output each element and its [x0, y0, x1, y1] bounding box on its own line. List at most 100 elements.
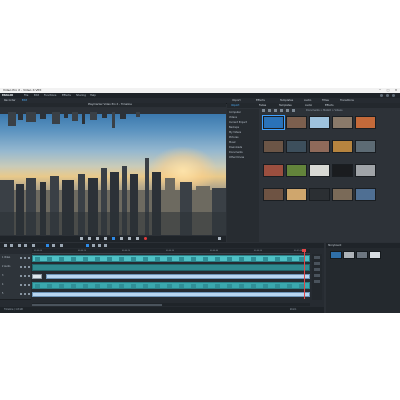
help-icon[interactable] — [386, 94, 389, 97]
lock-icon[interactable] — [28, 257, 30, 259]
media-thumbnail[interactable] — [355, 164, 376, 177]
media-thumbnail[interactable] — [286, 188, 307, 201]
track-header-5[interactable]: 5 — [0, 290, 31, 300]
mp-tab-audio[interactable]: Audio — [305, 103, 312, 108]
media-thumbnail[interactable] — [309, 164, 330, 177]
mouse-mode-icon[interactable] — [46, 244, 49, 247]
cut-icon[interactable] — [18, 244, 21, 247]
marker-icon[interactable] — [60, 244, 63, 247]
zoom-button[interactable] — [314, 274, 320, 277]
track-5-lane[interactable] — [32, 290, 310, 299]
media-thumbnail[interactable] — [262, 115, 285, 130]
fullscreen-icon[interactable] — [218, 237, 221, 240]
forward-icon[interactable] — [268, 109, 271, 112]
storyboard-view-icon[interactable] — [92, 244, 95, 247]
stop-icon[interactable] — [104, 237, 107, 240]
media-thumbnail[interactable] — [355, 188, 376, 201]
storyboard-thumbnail[interactable] — [369, 251, 381, 259]
media-thumbnail[interactable] — [263, 188, 284, 201]
audio-track-lane[interactable] — [32, 263, 310, 272]
mute-icon[interactable] — [20, 284, 22, 286]
tree-item[interactable]: Music — [229, 141, 236, 144]
media-thumbnail[interactable] — [263, 140, 284, 153]
media-thumbnail[interactable] — [355, 116, 376, 129]
mp-tab-effects[interactable]: Effects — [325, 103, 334, 108]
grid-view-icon[interactable] — [286, 109, 289, 112]
media-thumbnail[interactable] — [309, 188, 330, 201]
media-thumbnail[interactable] — [332, 188, 353, 201]
storyboard-thumbnail[interactable] — [343, 251, 355, 259]
redo-icon[interactable] — [10, 244, 13, 247]
zoom-button[interactable] — [314, 262, 320, 265]
audio-clip[interactable] — [32, 264, 310, 271]
timeline-view-icon[interactable] — [86, 244, 89, 247]
track-3-lane[interactable] — [32, 272, 310, 281]
skip-start-icon[interactable] — [80, 237, 83, 240]
mp-tab-import[interactable]: Import — [231, 103, 239, 108]
overlay-clip[interactable] — [46, 274, 310, 279]
zoom-button[interactable] — [314, 268, 320, 271]
search-icon[interactable] — [292, 109, 295, 112]
zoom-button[interactable] — [314, 280, 320, 283]
track-4-lane[interactable] — [32, 281, 310, 290]
scrollbar-thumb[interactable] — [32, 303, 162, 306]
mp-tab-templates[interactable]: Templates — [279, 103, 292, 108]
prev-marker-icon[interactable] — [88, 237, 91, 240]
media-thumbnail[interactable] — [332, 116, 353, 129]
magnet-icon[interactable] — [32, 244, 35, 247]
solo-icon[interactable] — [24, 266, 26, 268]
step-forward-icon[interactable] — [120, 237, 123, 240]
lock-icon[interactable] — [28, 284, 30, 286]
mute-icon[interactable] — [20, 257, 22, 259]
record-button[interactable] — [144, 237, 147, 240]
list-view-icon[interactable] — [280, 109, 283, 112]
lock-icon[interactable] — [28, 293, 30, 295]
back-icon[interactable] — [262, 109, 265, 112]
mute-icon[interactable] — [20, 266, 22, 268]
media-thumbnail[interactable] — [286, 116, 307, 129]
media-thumbnail[interactable] — [309, 140, 330, 153]
tree-item[interactable]: My Videos — [229, 131, 241, 134]
timeline-scrollbar[interactable] — [32, 303, 310, 306]
tree-item[interactable]: Documents — [229, 151, 243, 154]
zoom-in-icon[interactable] — [98, 244, 101, 247]
media-thumbnail[interactable] — [286, 140, 307, 153]
tree-item[interactable]: Videos — [229, 116, 237, 119]
undo-icon[interactable] — [4, 244, 7, 247]
up-folder-icon[interactable] — [274, 109, 277, 112]
split-icon[interactable] — [52, 244, 55, 247]
user-icon[interactable] — [392, 94, 395, 97]
lock-icon[interactable] — [28, 266, 30, 268]
title-clip[interactable] — [32, 273, 42, 279]
media-thumbnail[interactable] — [332, 164, 353, 177]
mute-icon[interactable] — [20, 293, 22, 295]
tree-item[interactable]: Other Drives — [229, 156, 244, 159]
play-button[interactable] — [112, 237, 115, 240]
tree-item[interactable]: Downloads — [229, 146, 242, 149]
solo-icon[interactable] — [24, 293, 26, 295]
effect-clip[interactable] — [32, 292, 310, 297]
mp-tab-fades[interactable]: Fades — [259, 103, 266, 108]
delete-icon[interactable] — [24, 244, 27, 247]
solo-icon[interactable] — [24, 257, 26, 259]
step-back-icon[interactable] — [96, 237, 99, 240]
zoom-button[interactable] — [314, 256, 320, 259]
media-thumbnail[interactable] — [263, 164, 284, 177]
media-thumbnail[interactable] — [309, 116, 330, 129]
lock-icon[interactable] — [28, 275, 30, 277]
storyboard-thumbnail[interactable] — [356, 251, 368, 259]
tree-item[interactable]: Pictures — [229, 136, 238, 139]
media-thumbnail[interactable] — [355, 140, 376, 153]
mute-icon[interactable] — [20, 275, 22, 277]
tree-item[interactable]: Current Project — [229, 121, 247, 124]
playhead[interactable] — [303, 249, 305, 299]
tree-item[interactable]: Backups — [229, 126, 239, 129]
media-thumbnail[interactable] — [286, 164, 307, 177]
video-track-lane[interactable] — [32, 254, 310, 263]
video-clip[interactable] — [32, 255, 310, 262]
audio-clip[interactable] — [32, 282, 310, 289]
zoom-out-icon[interactable] — [104, 244, 107, 247]
next-marker-icon[interactable] — [128, 237, 131, 240]
video-preview[interactable] — [0, 108, 226, 235]
tree-item[interactable]: Computer — [229, 111, 241, 114]
